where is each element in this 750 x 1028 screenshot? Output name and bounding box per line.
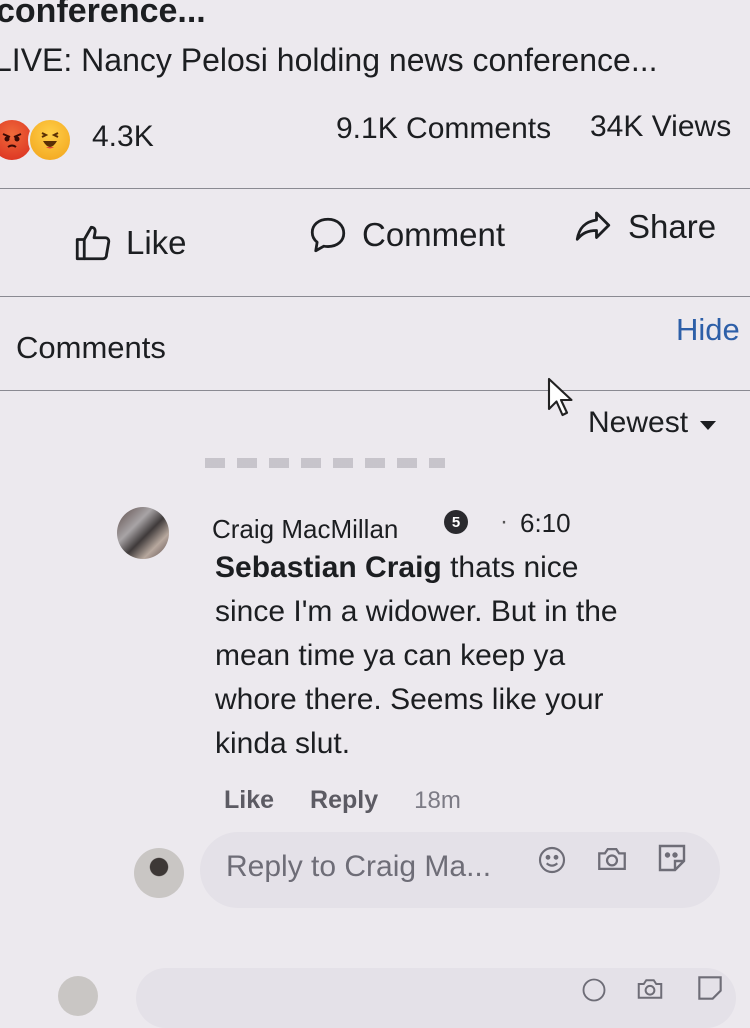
- reaction-icons[interactable]: [0, 118, 72, 162]
- avatar[interactable]: [117, 507, 169, 559]
- hide-comments-link[interactable]: Hide: [676, 312, 740, 348]
- reaction-count[interactable]: 4.3K: [92, 120, 154, 154]
- comments-count[interactable]: 9.1K Comments: [336, 112, 551, 146]
- comments-heading: Comments: [16, 330, 166, 365]
- reply-placeholder: Reply to Craig Ma...: [226, 850, 492, 883]
- comment-label: Comment: [362, 216, 506, 253]
- divider: [0, 188, 750, 189]
- caret-down-icon: [700, 420, 717, 430]
- user-avatar: [58, 976, 98, 1016]
- contributor-badge: 5: [444, 510, 468, 534]
- write-comment-row[interactable]: [40, 962, 750, 1028]
- views-count: 34K Views: [590, 110, 732, 143]
- post-title: conference...: [0, 0, 206, 30]
- sticker-icon[interactable]: [654, 840, 690, 876]
- mouse-cursor-icon: [547, 377, 573, 417]
- previous-comment-actions: [205, 458, 445, 468]
- speech-bubble-icon: [310, 217, 346, 253]
- comment-reply-link[interactable]: Reply: [310, 786, 378, 815]
- like-label: Like: [126, 224, 187, 261]
- comment-text: Sebastian Craig thats nice since I'm a w…: [215, 546, 635, 766]
- comment-author[interactable]: Craig MacMillan: [212, 514, 398, 545]
- share-arrow-icon: [575, 211, 611, 241]
- comment-actions: Like Reply 18m: [224, 786, 461, 815]
- comment-timestamp[interactable]: 6:10: [520, 508, 571, 539]
- share-button[interactable]: Share: [570, 206, 716, 248]
- post-subtitle[interactable]: LIVE: Nancy Pelosi holding news conferen…: [0, 42, 657, 79]
- share-label: Share: [628, 208, 717, 245]
- sort-label: Newest: [588, 406, 689, 439]
- current-user-avatar: [134, 848, 184, 898]
- comment-like-link[interactable]: Like: [224, 786, 274, 815]
- emoji-icon[interactable]: [536, 844, 568, 876]
- thumbs-up-icon: [75, 225, 111, 261]
- sort-dropdown[interactable]: Newest: [588, 406, 717, 440]
- divider: [0, 390, 750, 391]
- comment-age: 18m: [414, 787, 461, 814]
- comment-button[interactable]: Comment: [306, 214, 505, 256]
- haha-icon: [28, 118, 72, 162]
- divider: [0, 296, 750, 297]
- sticker-icon[interactable]: [694, 972, 726, 1004]
- separator: ·: [500, 508, 508, 535]
- camera-icon[interactable]: [594, 842, 630, 876]
- mention-link[interactable]: Sebastian Craig: [215, 551, 442, 584]
- like-button[interactable]: Like: [72, 222, 187, 264]
